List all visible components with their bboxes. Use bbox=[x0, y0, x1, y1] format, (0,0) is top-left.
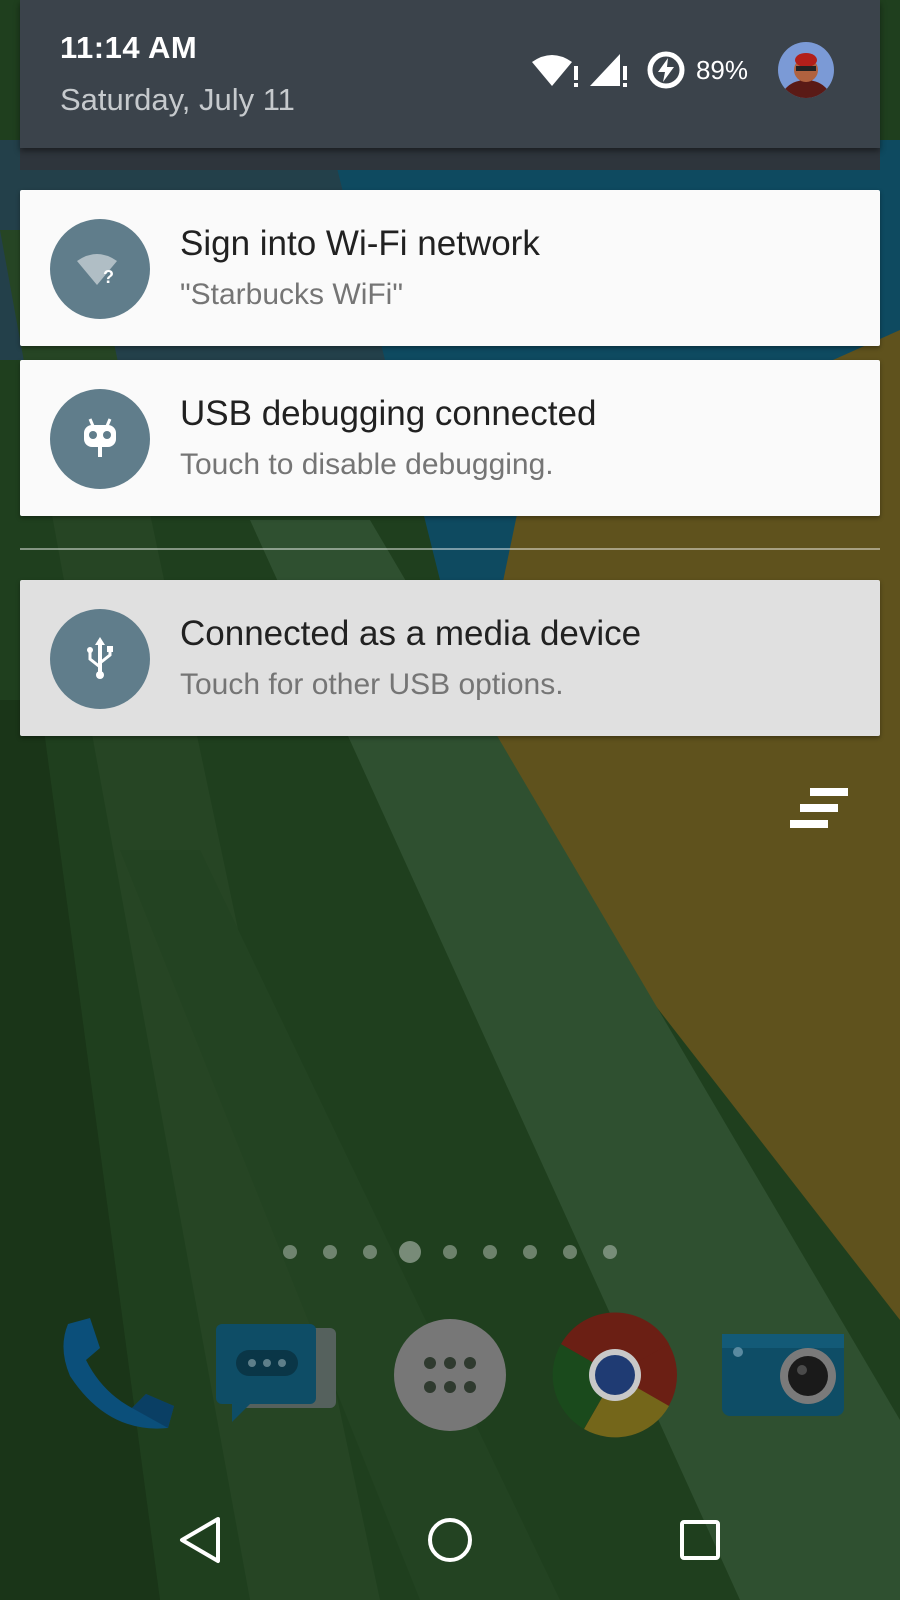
camera-icon[interactable] bbox=[718, 1310, 848, 1440]
cell-signal-alert-icon bbox=[589, 52, 628, 88]
page-dot bbox=[283, 1245, 297, 1259]
notification-text: Touch for other USB options. bbox=[180, 668, 564, 701]
home-icon[interactable] bbox=[410, 1500, 490, 1580]
notification-usb-debugging[interactable]: USB debugging connected Touch to disable… bbox=[20, 360, 880, 516]
phone-icon[interactable] bbox=[50, 1310, 180, 1440]
battery-percentage: 89% bbox=[695, 54, 748, 85]
page-dot-active bbox=[399, 1241, 421, 1263]
clear-all-icon[interactable] bbox=[788, 788, 850, 832]
page-dot bbox=[323, 1245, 337, 1259]
page-dot bbox=[563, 1245, 577, 1259]
page-indicator bbox=[0, 1238, 900, 1266]
android-debug-icon bbox=[50, 389, 150, 489]
clock-time: 11:14 AM bbox=[60, 30, 198, 65]
page-dot bbox=[363, 1245, 377, 1259]
wifi-question-icon: ? bbox=[50, 219, 150, 319]
svg-text:?: ? bbox=[103, 267, 114, 287]
notification-text: "Starbucks WiFi" bbox=[180, 278, 403, 311]
user-avatar[interactable] bbox=[778, 42, 834, 98]
header-shadow-strip bbox=[20, 148, 880, 170]
notification-text: Touch to disable debugging. bbox=[180, 448, 554, 481]
notification-wifi-sign-in[interactable]: ? Sign into Wi-Fi network "Starbucks WiF… bbox=[20, 190, 880, 346]
clock-date: Saturday, July 11 bbox=[60, 82, 295, 117]
notification-title: Sign into Wi-Fi network bbox=[180, 224, 540, 263]
notification-title: USB debugging connected bbox=[180, 394, 597, 433]
messaging-icon[interactable] bbox=[210, 1310, 340, 1440]
battery-charging-icon bbox=[646, 50, 686, 90]
page-dot bbox=[603, 1245, 617, 1259]
app-drawer-icon[interactable] bbox=[385, 1310, 515, 1440]
notification-header: 11:14 AM Saturday, July 11 89% bbox=[20, 0, 880, 148]
recents-icon[interactable] bbox=[660, 1500, 740, 1580]
notification-divider bbox=[20, 548, 880, 550]
status-icons: 89% bbox=[530, 42, 834, 98]
page-dot bbox=[483, 1245, 497, 1259]
notification-usb-media[interactable]: Connected as a media device Touch for ot… bbox=[20, 580, 880, 736]
chrome-icon[interactable] bbox=[550, 1310, 680, 1440]
usb-icon bbox=[50, 609, 150, 709]
page-dot bbox=[443, 1245, 457, 1259]
notification-title: Connected as a media device bbox=[180, 614, 642, 653]
page-dot bbox=[523, 1245, 537, 1259]
back-icon[interactable] bbox=[160, 1500, 240, 1580]
wifi-alert-icon bbox=[530, 52, 580, 88]
